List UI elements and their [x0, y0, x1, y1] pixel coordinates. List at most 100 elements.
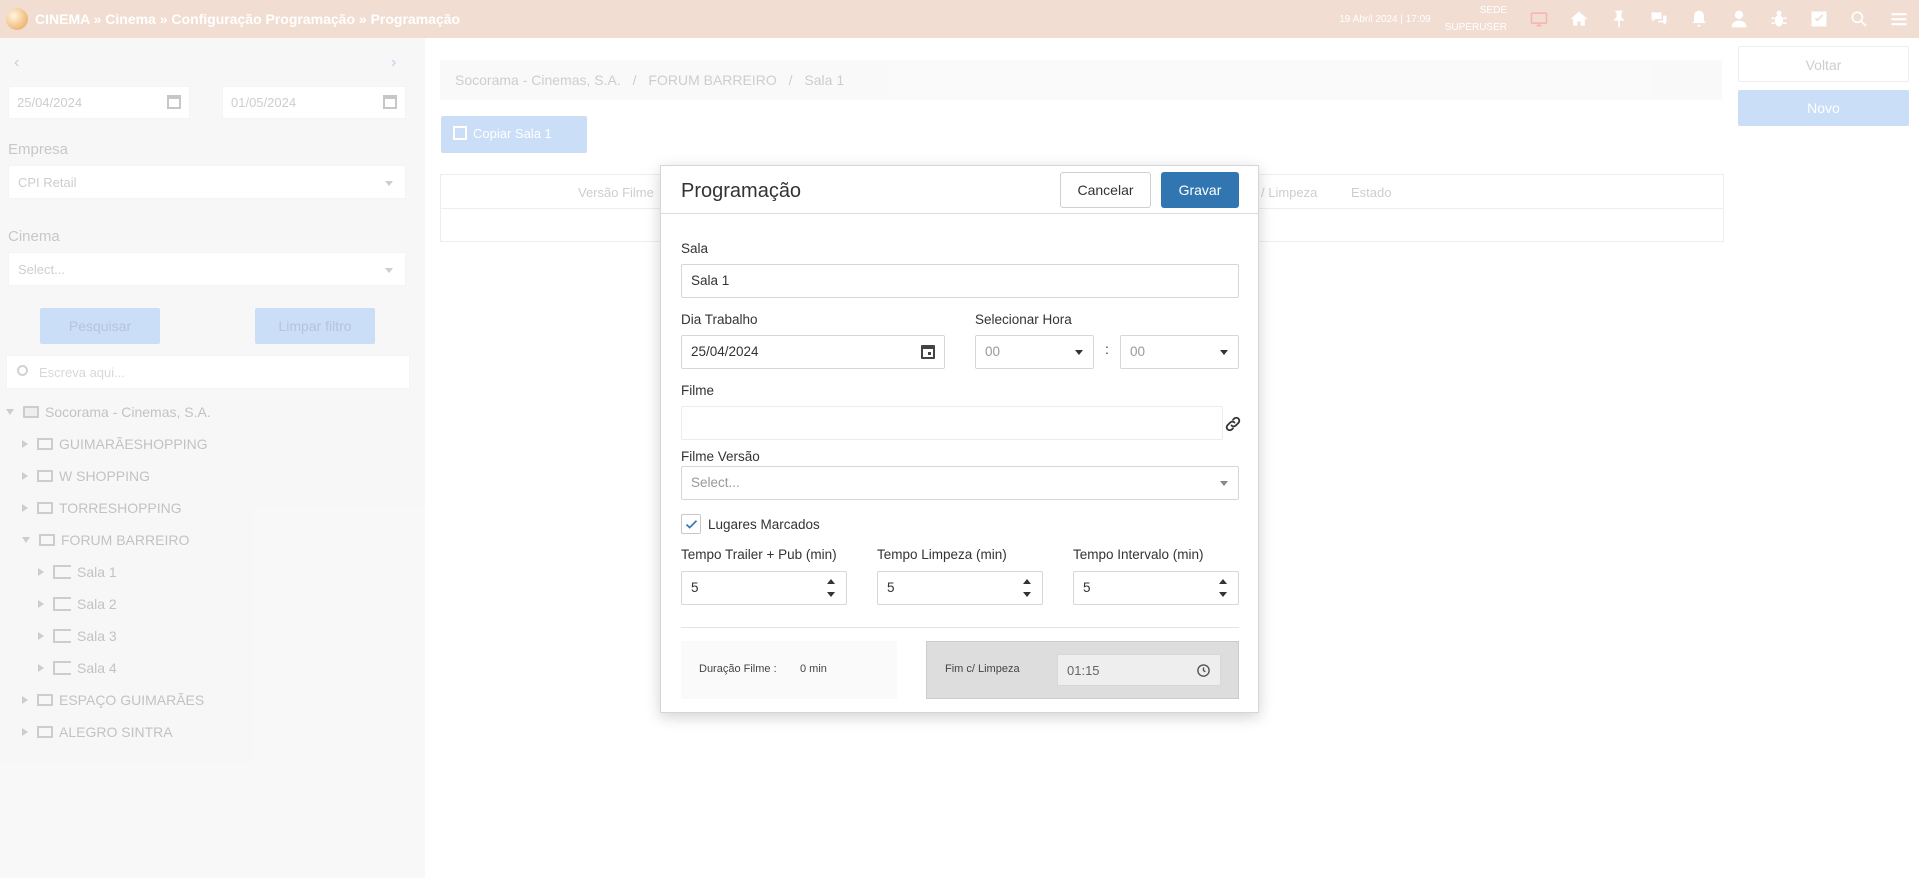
- cancel-button[interactable]: Cancelar: [1060, 172, 1151, 208]
- app-logo[interactable]: [6, 8, 28, 30]
- lugares-marcados-checkbox[interactable]: [681, 514, 701, 534]
- film-icon: [37, 694, 53, 706]
- clear-filter-button[interactable]: Limpar filtro: [255, 308, 375, 344]
- breadcrumb-item[interactable]: Socorama - Cinemas, S.A.: [455, 72, 621, 88]
- pin-icon[interactable]: [1599, 0, 1639, 38]
- tree-sala[interactable]: Sala 4: [38, 656, 117, 680]
- fim-limpeza-label: Fim c/ Limpeza: [945, 663, 1020, 675]
- sala-label: Sala: [681, 241, 709, 256]
- datetime: 19 Abril 2024 | 17:09: [1339, 13, 1431, 25]
- film-icon: [37, 726, 53, 738]
- fim-limpeza-box: Fim c/ Limpeza 01:15: [926, 641, 1239, 699]
- calendar-icon[interactable]: [921, 345, 935, 359]
- stepper-arrows-icon[interactable]: [1218, 577, 1228, 599]
- caret-right-icon: [38, 664, 44, 672]
- copy-icon: [453, 126, 467, 140]
- tree-sala[interactable]: Sala 2: [38, 592, 117, 616]
- column-header[interactable]: Versão Filme: [578, 185, 654, 200]
- chat-icon[interactable]: [1639, 0, 1679, 38]
- prev-week-icon[interactable]: ‹: [14, 54, 19, 72]
- calendar-icon: [167, 95, 181, 109]
- sala-input[interactable]: Sala 1: [681, 264, 1239, 298]
- sala-value: Sala 1: [691, 273, 730, 288]
- film-icon: [37, 438, 53, 450]
- tree-root[interactable]: Socorama - Cinemas, S.A.: [6, 400, 211, 424]
- column-header[interactable]: / Limpeza: [1261, 185, 1317, 200]
- bug-icon[interactable]: [1759, 0, 1799, 38]
- bell-icon[interactable]: [1679, 0, 1719, 38]
- caret-right-icon: [38, 568, 44, 576]
- home-icon[interactable]: [1559, 0, 1599, 38]
- seats-icon: [53, 661, 71, 675]
- hour-value: 00: [985, 344, 1001, 359]
- top-bar: CINEMA » Cinema » Configuração Programaç…: [0, 0, 1919, 38]
- hour-select[interactable]: 00: [975, 335, 1094, 369]
- dia-trabalho-input[interactable]: 25/04/2024: [681, 335, 945, 369]
- calendar-icon: [383, 95, 397, 109]
- new-button[interactable]: Novo: [1738, 90, 1909, 126]
- user-icon[interactable]: [1719, 0, 1759, 38]
- minute-select[interactable]: 00: [1120, 335, 1239, 369]
- seats-icon: [53, 629, 71, 643]
- filme-versao-placeholder: Select...: [691, 475, 740, 490]
- tree-sala[interactable]: Sala 3: [38, 624, 117, 648]
- filme-versao-select[interactable]: Select...: [681, 466, 1239, 500]
- tempo-intervalo-value: 5: [1083, 580, 1091, 595]
- filme-input[interactable]: [681, 406, 1223, 440]
- stepper-arrows-icon[interactable]: [1022, 577, 1032, 599]
- tree-cinema[interactable]: FORUM BARREIRO: [22, 528, 189, 552]
- tempo-trailer-input[interactable]: 5: [681, 571, 847, 605]
- caret-right-icon: [22, 504, 28, 512]
- monitor-alert-icon[interactable]: [1519, 0, 1559, 38]
- date-from-input[interactable]: 25/04/2024: [8, 86, 190, 119]
- tree-cinema[interactable]: W SHOPPING: [22, 464, 150, 488]
- tree-cinema[interactable]: TORRESHOPPING: [22, 496, 182, 520]
- checkbox-icon[interactable]: [1799, 0, 1839, 38]
- user-info: SEDE SUPERUSER: [1445, 2, 1507, 36]
- duracao-filme-box: Duração Filme : 0 min: [681, 641, 897, 699]
- fim-limpeza-input: 01:15: [1057, 654, 1221, 686]
- tempo-limpeza-input[interactable]: 5: [877, 571, 1043, 605]
- tempo-trailer-value: 5: [691, 580, 699, 595]
- menu-icon[interactable]: [1879, 0, 1919, 38]
- tree-sala[interactable]: Sala 1: [38, 560, 117, 584]
- folder-open-icon: [23, 406, 39, 418]
- lugares-marcados-label: Lugares Marcados: [708, 517, 820, 532]
- column-header[interactable]: Estado: [1351, 185, 1391, 200]
- next-week-icon[interactable]: ›: [391, 54, 396, 72]
- check-icon: [685, 520, 698, 529]
- filme-label: Filme: [681, 383, 714, 398]
- stepper-arrows-icon[interactable]: [826, 577, 836, 599]
- tree-cinema[interactable]: ALEGRO SINTRA: [22, 720, 173, 744]
- tempo-intervalo-label: Tempo Intervalo (min): [1073, 547, 1204, 562]
- search-icon[interactable]: [1839, 0, 1879, 38]
- chevron-down-icon: [385, 268, 393, 273]
- tree-cinema[interactable]: ESPAÇO GUIMARÃES: [22, 688, 204, 712]
- fim-limpeza-value: 01:15: [1067, 663, 1100, 678]
- selecionar-hora-label: Selecionar Hora: [975, 312, 1072, 327]
- link-icon[interactable]: [1224, 415, 1242, 433]
- tree-cinema[interactable]: GUIMARÃESHOPPING: [22, 432, 208, 456]
- caret-right-icon: [22, 696, 28, 704]
- search-button[interactable]: Pesquisar: [40, 308, 160, 344]
- caret-right-icon: [22, 728, 28, 736]
- main-breadcrumb: Socorama - Cinemas, S.A. / FORUM BARREIR…: [440, 60, 1722, 100]
- copy-sala-button[interactable]: Copiar Sala 1: [441, 116, 587, 153]
- save-button[interactable]: Gravar: [1161, 172, 1239, 208]
- cinema-select[interactable]: Select...: [8, 252, 406, 286]
- seats-icon: [53, 597, 71, 611]
- tempo-intervalo-input[interactable]: 5: [1073, 571, 1239, 605]
- back-button[interactable]: Voltar: [1738, 46, 1909, 82]
- empresa-select[interactable]: CPI Retail: [8, 165, 406, 199]
- clock-icon: [1197, 664, 1210, 677]
- chevron-down-icon: [1220, 350, 1228, 355]
- breadcrumb-item[interactable]: FORUM BARREIRO: [648, 72, 776, 88]
- tree-search-input[interactable]: Escreva aqui...: [6, 355, 410, 389]
- caret-down-icon: [22, 537, 30, 543]
- chevron-down-icon: [1220, 481, 1228, 486]
- date-to-input[interactable]: 01/05/2024: [222, 86, 406, 119]
- filter-sidebar: ‹ › 25/04/2024 01/05/2024 Empresa CPI Re…: [0, 38, 425, 878]
- dia-trabalho-value: 25/04/2024: [691, 344, 759, 359]
- film-icon: [37, 470, 53, 482]
- username-label: SUPERUSER: [1444, 22, 1507, 33]
